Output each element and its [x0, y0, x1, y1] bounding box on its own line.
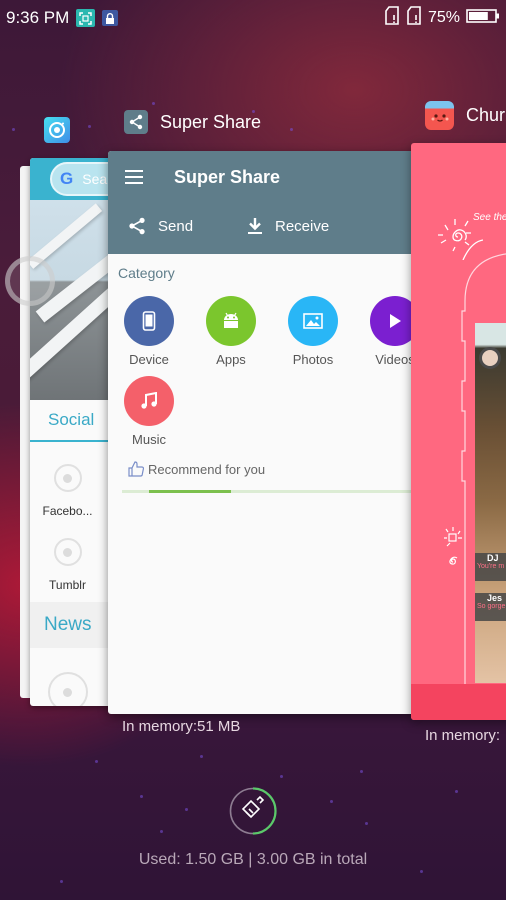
- send-button[interactable]: Send: [128, 217, 193, 235]
- category-apps[interactable]: Apps: [196, 296, 266, 367]
- share-icon: [129, 217, 145, 235]
- news-item[interactable]: [30, 672, 105, 706]
- recent-card-super-share[interactable]: Super Share Send Receive Category Device…: [108, 151, 414, 714]
- super-share-title: Super Share: [174, 167, 281, 187]
- comment-dj: DJ You're m: [475, 553, 506, 581]
- recommend-progress-fill: [149, 490, 231, 493]
- recent-card-chura[interactable]: See the DJ You're m Jes So gorge: [411, 143, 506, 720]
- android-icon: [206, 296, 256, 346]
- sim-2-no-signal-icon: [406, 6, 422, 30]
- news-search-placeholder: Sea: [82, 171, 108, 187]
- app-header-camera[interactable]: [44, 117, 70, 143]
- menu-icon[interactable]: [125, 170, 143, 188]
- recent-card-news-app[interactable]: G Sea Social Facebo... Tumblr News: [30, 158, 120, 706]
- placeholder-icon: [53, 538, 82, 566]
- status-bar: 9:36 PM 75%: [0, 0, 506, 36]
- chura-photo-preview: DJ You're m Jes So gorge: [475, 323, 506, 683]
- comment-jes: Jes So gorge: [475, 593, 506, 621]
- sim-1-no-signal-icon: [384, 6, 400, 30]
- play-icon: [370, 296, 414, 346]
- app-header-super-share[interactable]: Super Share: [124, 110, 261, 134]
- app-title-super-share: Super Share: [160, 111, 262, 132]
- category-heading: Category: [118, 265, 175, 281]
- news-header: G Sea: [30, 158, 120, 200]
- recommend-progress-track: [122, 490, 414, 493]
- image-icon: [288, 296, 338, 346]
- category-photos[interactable]: Photos: [278, 296, 348, 367]
- app-header-chura[interactable]: Chur: [425, 101, 505, 130]
- category-label: Photos: [292, 352, 334, 367]
- phone-icon: [124, 296, 174, 346]
- category-videos[interactable]: Videos: [360, 296, 414, 367]
- sun-doodle-small-icon: [444, 527, 462, 565]
- news-item-facebook[interactable]: Facebo...: [30, 464, 105, 518]
- screenshot-icon: [76, 9, 96, 27]
- news-item-label: Facebo...: [42, 504, 93, 518]
- placeholder-icon: [53, 464, 82, 492]
- news-item-label: Tumblr: [49, 578, 86, 592]
- google-logo-icon: G: [60, 169, 74, 188]
- share-icon: [124, 110, 148, 134]
- category-label: Videos: [375, 352, 414, 367]
- broom-icon: [241, 795, 265, 819]
- chura-footer-bar: [411, 684, 506, 720]
- avatar: [479, 347, 501, 369]
- recommend-section: Recommend for you: [128, 461, 265, 477]
- memory-label-chura: In memory:: [425, 727, 501, 744]
- receive-button[interactable]: Receive: [247, 217, 329, 235]
- lock-icon: [102, 10, 119, 26]
- camera-app-icon: [44, 117, 70, 143]
- app-title-chura: Chur: [466, 105, 506, 125]
- category-music[interactable]: Music: [114, 376, 184, 447]
- receive-label: Receive: [275, 217, 330, 235]
- super-share-toolbar: Super Share Send Receive: [108, 151, 414, 254]
- floating-assistive-button[interactable]: [5, 256, 55, 306]
- news-item-tumblr[interactable]: Tumblr: [30, 538, 105, 592]
- download-icon: [248, 218, 262, 234]
- clean-memory-button[interactable]: [228, 786, 278, 836]
- battery-percent: 75%: [427, 9, 460, 26]
- status-time: 9:36 PM: [6, 8, 70, 27]
- category-label: Music: [132, 432, 166, 447]
- doodle-text: See the: [473, 212, 506, 223]
- memory-label-super-share: In memory:51 MB: [122, 718, 241, 735]
- battery-icon: [466, 8, 500, 29]
- tab-social[interactable]: Social: [30, 400, 112, 442]
- placeholder-icon: [47, 672, 88, 706]
- music-note-icon: [124, 376, 174, 426]
- category-label: Apps: [216, 352, 246, 367]
- chura-face-icon: [425, 101, 454, 130]
- category-device[interactable]: Device: [114, 296, 184, 367]
- category-label: Device: [129, 352, 169, 367]
- send-label: Send: [158, 217, 194, 235]
- thumbs-up-icon: [128, 461, 144, 477]
- memory-usage-label: Used: 1.50 GB | 3.00 GB in total: [138, 851, 368, 868]
- recommend-label: Recommend for you: [148, 461, 266, 477]
- news-section-heading: News: [30, 602, 120, 648]
